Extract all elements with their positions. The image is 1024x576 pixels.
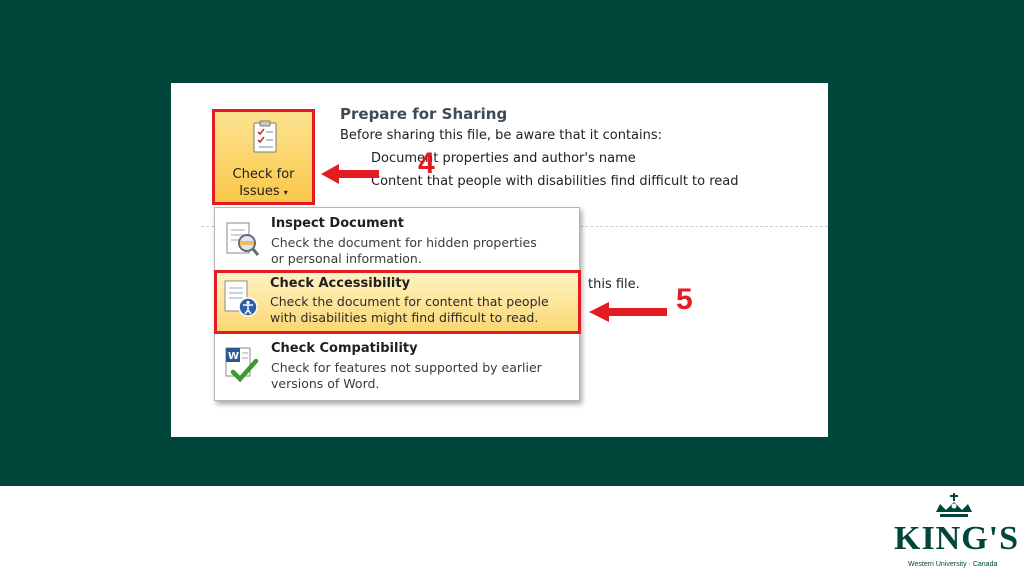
- prepare-sharing-description: Before sharing this file, be aware that …: [340, 128, 663, 143]
- menu-item-check-compatibility[interactable]: W Check Compatibility Check for features…: [218, 336, 576, 396]
- check-for-issues-line1: Check for: [232, 167, 295, 182]
- check-compatibility-description: Check for features not supported by earl…: [271, 360, 571, 392]
- callout-number-4: 4: [418, 147, 435, 180]
- check-accessibility-title: Check Accessibility: [270, 276, 411, 291]
- svg-text:W: W: [228, 351, 239, 362]
- check-accessibility-description: Check the document for content that peop…: [270, 294, 570, 326]
- check-compatibility-title: Check Compatibility: [271, 341, 418, 356]
- check-compatibility-desc-line1: Check for features not supported by earl…: [271, 360, 542, 375]
- word-compatibility-icon: W: [225, 347, 259, 383]
- accessibility-icon: [224, 280, 258, 317]
- sharing-bullet-properties: Document properties and author's name: [371, 151, 636, 166]
- callout-arrow-4: [321, 164, 379, 184]
- menu-item-inspect-document[interactable]: Inspect Document Check the document for …: [218, 211, 576, 271]
- inspect-document-desc-line1: Check the document for hidden properties: [271, 235, 537, 250]
- inspect-document-desc-line2: or personal information.: [271, 251, 422, 266]
- check-accessibility-desc-line1: Check the document for content that peop…: [270, 294, 549, 309]
- checklist-icon: [253, 120, 277, 153]
- check-for-issues-line2: Issues: [239, 184, 280, 199]
- inspect-document-icon: [226, 222, 260, 256]
- partial-section-text: this file.: [588, 277, 640, 292]
- check-for-issues-label: Check for Issues ▾: [215, 166, 312, 201]
- chevron-down-icon: ▾: [283, 188, 288, 197]
- check-for-issues-button[interactable]: Check for Issues ▾: [212, 109, 315, 205]
- check-compatibility-desc-line2: versions of Word.: [271, 376, 380, 391]
- menu-item-check-accessibility[interactable]: Check Accessibility Check the document f…: [214, 270, 581, 334]
- callout-arrow-5: [589, 302, 667, 322]
- callout-number-5: 5: [676, 283, 693, 316]
- inspect-document-description: Check the document for hidden properties…: [271, 235, 571, 267]
- check-accessibility-desc-line2: with disabilities might find difficult t…: [270, 310, 539, 325]
- logo-subtitle: Western University · Canada: [908, 561, 998, 568]
- check-for-issues-menu: Inspect Document Check the document for …: [214, 207, 581, 401]
- logo-wordmark: KING'S: [894, 520, 1020, 557]
- prepare-sharing-title: Prepare for Sharing: [340, 105, 508, 123]
- screenshot-panel: Prepare for Sharing Before sharing this …: [171, 83, 828, 437]
- kings-logo: KING'S Western University · Canada: [888, 490, 1018, 572]
- inspect-document-title: Inspect Document: [271, 216, 404, 231]
